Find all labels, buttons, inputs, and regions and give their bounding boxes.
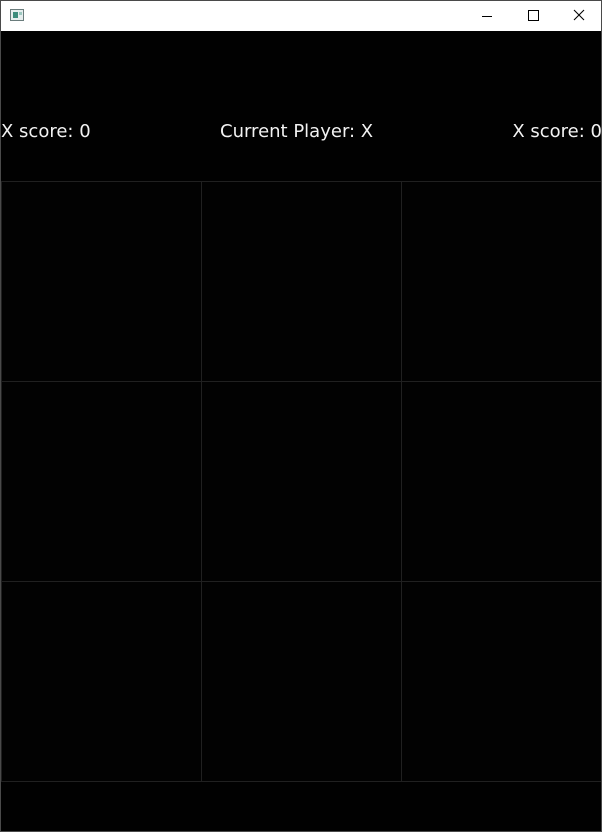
current-player-label: Current Player: X	[220, 121, 374, 142]
minimize-icon	[482, 16, 492, 17]
board-cell[interactable]	[1, 581, 201, 781]
close-icon	[573, 9, 585, 21]
app-window-icon	[10, 9, 24, 21]
board-cell[interactable]	[1, 181, 201, 381]
minimize-button[interactable]	[464, 1, 510, 31]
maximize-button[interactable]	[510, 1, 556, 31]
board-cell[interactable]	[401, 381, 601, 581]
board-cell[interactable]	[201, 381, 401, 581]
tic-tac-toe-board	[1, 181, 601, 781]
title-bar[interactable]	[1, 1, 601, 31]
game-area: X score: 0 Current Player: X X score: 0	[1, 31, 601, 831]
game-window: X score: 0 Current Player: X X score: 0	[0, 0, 602, 832]
maximize-icon	[528, 10, 539, 21]
right-score-label: X score: 0	[512, 121, 602, 142]
board-cell[interactable]	[401, 581, 601, 781]
board-cell[interactable]	[201, 181, 401, 381]
board-cell[interactable]	[401, 181, 601, 381]
board-cell[interactable]	[201, 581, 401, 781]
close-button[interactable]	[556, 1, 601, 31]
board-cell[interactable]	[1, 381, 201, 581]
left-score-label: X score: 0	[1, 121, 91, 142]
board-bottom-border	[1, 781, 601, 782]
